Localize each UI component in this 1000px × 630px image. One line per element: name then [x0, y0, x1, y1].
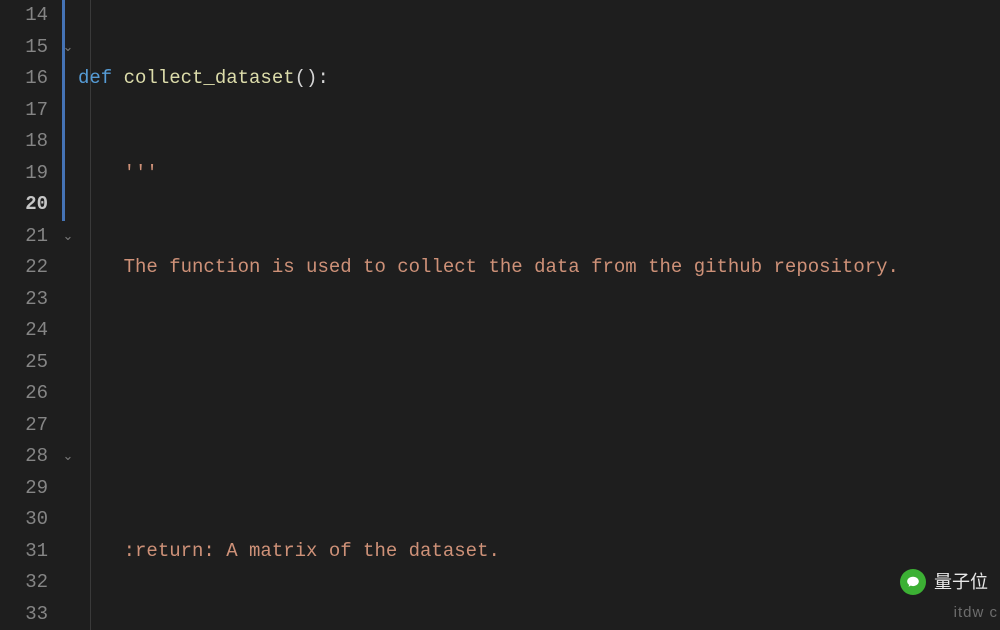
code-editor[interactable]: 1415161718192021222324252627282930313233… [0, 0, 1000, 630]
line-number: 27 [0, 410, 48, 442]
fold-toggle [58, 252, 78, 284]
fold-toggle [58, 567, 78, 599]
fold-toggle [58, 378, 78, 410]
fold-toggle [58, 599, 78, 630]
wechat-icon [900, 569, 926, 595]
code-line[interactable] [78, 347, 1000, 379]
line-number: 25 [0, 347, 48, 379]
code-line[interactable]: def collect_dataset(): [78, 63, 1000, 95]
line-number: 21 [0, 221, 48, 253]
line-number: 14 [0, 0, 48, 32]
fold-toggle [58, 347, 78, 379]
corner-watermark: itdw c [954, 597, 998, 629]
code-line[interactable]: :return: A matrix of the dataset. [78, 536, 1000, 568]
code-line[interactable]: The function is used to collect the data… [78, 252, 1000, 284]
line-number: 19 [0, 158, 48, 190]
line-number: 29 [0, 473, 48, 505]
line-number: 32 [0, 567, 48, 599]
fold-toggle [58, 0, 78, 32]
line-number: 22 [0, 252, 48, 284]
line-number: 30 [0, 504, 48, 536]
line-number: 23 [0, 284, 48, 316]
fold-toggle[interactable]: ⌄ [58, 441, 78, 473]
fold-toggle[interactable]: ⌄ [58, 221, 78, 253]
line-number: 31 [0, 536, 48, 568]
watermark: 量子位 [900, 567, 988, 599]
watermark-label: 量子位 [934, 567, 988, 599]
code-line[interactable]: ''' [78, 158, 1000, 190]
line-number: 15 [0, 32, 48, 64]
line-number-gutter: 1415161718192021222324252627282930313233 [0, 0, 58, 630]
line-number: 26 [0, 378, 48, 410]
fold-toggle[interactable]: ⌄ [58, 32, 78, 64]
fold-toggle [58, 189, 78, 221]
fold-toggle [58, 63, 78, 95]
code-area[interactable]: def collect_dataset(): ''' The function … [78, 0, 1000, 630]
line-number: 18 [0, 126, 48, 158]
fold-toggle [58, 158, 78, 190]
line-number: 28 [0, 441, 48, 473]
fold-toggle [58, 536, 78, 568]
fold-toggle [58, 473, 78, 505]
fold-toggle [58, 284, 78, 316]
line-number: 16 [0, 63, 48, 95]
fold-toggle [58, 410, 78, 442]
line-number: 17 [0, 95, 48, 127]
line-number: 24 [0, 315, 48, 347]
fold-toggle [58, 315, 78, 347]
fold-column: ⌄ ⌄ ⌄ [58, 0, 78, 630]
fold-toggle [58, 95, 78, 127]
line-number: 33 [0, 599, 48, 630]
line-number: 20 [0, 189, 48, 221]
fold-toggle [58, 126, 78, 158]
code-line[interactable] [78, 441, 1000, 473]
fold-toggle [58, 504, 78, 536]
